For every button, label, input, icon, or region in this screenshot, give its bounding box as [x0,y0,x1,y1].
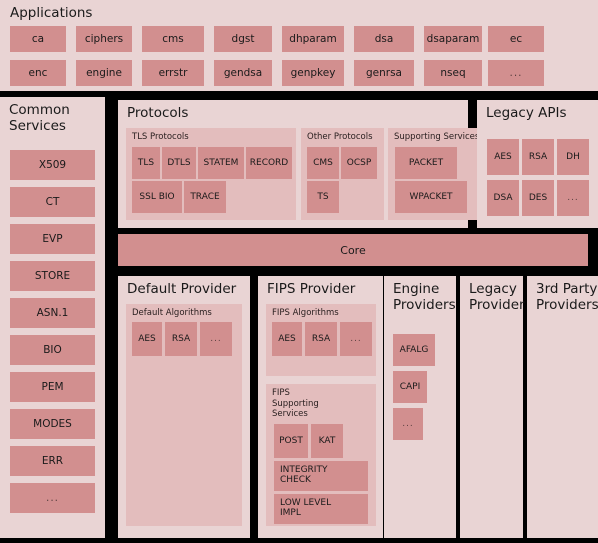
protocols-title: Protocols [127,105,189,121]
common-service-block[interactable]: MODES [10,409,95,439]
core-bar[interactable]: Core [118,234,588,266]
other-protocols-title: Other Protocols [307,132,373,142]
default-algorithms-title: Default Algorithms [132,308,212,318]
engine-provider-block[interactable]: CAPI [393,371,427,403]
engine-provider-block[interactable]: AFALG [393,334,435,366]
legacy-api-block[interactable]: DSA [487,180,519,216]
app-block[interactable]: cms [142,26,204,52]
legacy-api-block[interactable]: ... [557,180,589,216]
app-block[interactable]: dsaparam [424,26,482,52]
app-block[interactable]: genpkey [282,60,344,86]
fips-supporting-block[interactable]: INTEGRITY CHECK [274,461,368,491]
app-block[interactable]: genrsa [354,60,414,86]
app-block[interactable]: ciphers [76,26,132,52]
engine-provider-block[interactable]: ... [393,408,423,440]
legacy-api-block[interactable]: DES [522,180,554,216]
app-block[interactable]: dgst [214,26,272,52]
other-protocol-block[interactable]: OCSP [341,147,377,179]
engine-providers-panel: Engine Providers AFALG CAPI ... [384,276,456,538]
applications-title: Applications [10,5,93,21]
supporting-service-block[interactable]: WPACKET [395,181,467,213]
legacy-apis-panel: Legacy APIs AES RSA DH DSA DES ... [477,100,598,228]
other-protocol-block[interactable]: TS [307,181,339,213]
fips-algorithm-block[interactable]: ... [340,322,372,356]
fips-algorithm-block[interactable]: AES [272,322,302,356]
tls-block[interactable]: TRACE [184,181,226,213]
fips-algorithms-subpanel: FIPS Algorithms AES RSA ... [266,304,376,376]
third-party-providers-title: 3rd Party Providers [536,281,598,314]
tls-block[interactable]: STATEM [198,147,244,179]
common-service-block[interactable]: ASN.1 [10,298,95,328]
common-services-title: Common Services [9,102,70,135]
default-provider-title: Default Provider [127,281,237,297]
common-service-block[interactable]: CT [10,187,95,217]
third-party-providers-panel: 3rd Party Providers [527,276,598,538]
common-service-block[interactable]: X509 [10,150,95,180]
other-protocols-subpanel: Other Protocols CMS OCSP TS [301,128,384,220]
app-block[interactable]: engine [76,60,132,86]
fips-supporting-services-subpanel: FIPS Supporting Services POST KAT INTEGR… [266,384,376,526]
protocols-panel: Protocols TLS Protocols TLS DTLS STATEM … [118,100,483,228]
legacy-provider-title: Legacy Provider [469,281,525,314]
common-service-block[interactable]: ERR [10,446,95,476]
common-services-panel: Common Services X509 CT EVP STORE ASN.1 … [0,97,105,538]
legacy-provider-panel: Legacy Provider [460,276,525,538]
fips-algorithm-block[interactable]: RSA [305,322,337,356]
default-algorithm-block[interactable]: AES [132,322,162,356]
fips-supporting-block[interactable]: POST [274,424,308,458]
default-algorithm-block[interactable]: RSA [165,322,197,356]
fips-supporting-block[interactable]: LOW LEVEL IMPL [274,494,368,524]
applications-panel: Applications ca ciphers cms dgst dhparam… [0,0,598,91]
common-service-block[interactable]: STORE [10,261,95,291]
tls-block[interactable]: RECORD [246,147,292,179]
app-block[interactable]: gendsa [214,60,272,86]
app-block[interactable]: ... [488,60,544,86]
supporting-service-block[interactable]: PACKET [395,147,457,179]
common-service-block[interactable]: PEM [10,372,95,402]
engine-providers-title: Engine Providers [393,281,456,314]
other-protocol-block[interactable]: CMS [307,147,339,179]
default-algorithm-block[interactable]: ... [200,322,232,356]
common-service-block[interactable]: BIO [10,335,95,365]
architecture-diagram: Applications ca ciphers cms dgst dhparam… [0,0,598,543]
fips-supporting-block[interactable]: KAT [311,424,343,458]
fips-supporting-services-title: FIPS Supporting Services [272,388,319,420]
legacy-api-block[interactable]: DH [557,139,589,175]
fips-provider-panel: FIPS Provider FIPS Algorithms AES RSA ..… [258,276,383,538]
core-label: Core [340,243,366,257]
common-service-block[interactable]: EVP [10,224,95,254]
tls-block[interactable]: SSL BIO [132,181,182,213]
fips-algorithms-title: FIPS Algorithms [272,308,339,318]
tls-block[interactable]: TLS [132,147,160,179]
tls-block[interactable]: DTLS [162,147,196,179]
supporting-services-subpanel: Supporting Services PACKET WPACKET [388,128,483,220]
fips-provider-title: FIPS Provider [267,281,356,297]
legacy-api-block[interactable]: RSA [522,139,554,175]
app-block[interactable]: dsa [354,26,414,52]
app-block[interactable]: enc [10,60,66,86]
tls-protocols-subpanel: TLS Protocols TLS DTLS STATEM RECORD SSL… [126,128,296,220]
app-block[interactable]: dhparam [282,26,344,52]
legacy-api-block[interactable]: AES [487,139,519,175]
default-provider-panel: Default Provider Default Algorithms AES … [118,276,250,538]
default-algorithms-subpanel: Default Algorithms AES RSA ... [126,304,242,526]
app-block[interactable]: ec [488,26,544,52]
tls-protocols-title: TLS Protocols [132,132,189,142]
legacy-apis-title: Legacy APIs [486,105,567,121]
app-block[interactable]: nseq [424,60,482,86]
supporting-services-title: Supporting Services [394,132,480,142]
common-service-block[interactable]: ... [10,483,95,513]
app-block[interactable]: ca [10,26,66,52]
app-block[interactable]: errstr [142,60,204,86]
